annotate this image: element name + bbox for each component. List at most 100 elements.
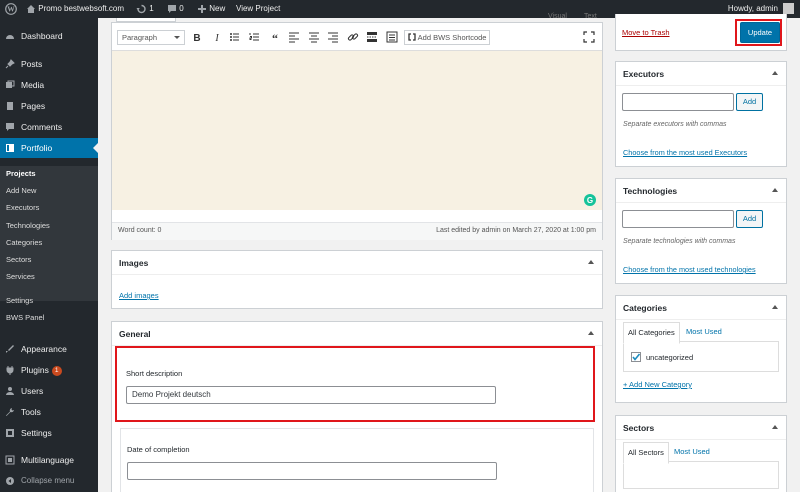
executors-input[interactable] bbox=[622, 93, 734, 111]
grammarly-icon[interactable]: G bbox=[584, 194, 596, 206]
menu-appearance[interactable]: Appearance bbox=[0, 339, 98, 359]
tab-text[interactable]: Text bbox=[584, 13, 597, 20]
collapse-arrow-icon[interactable] bbox=[588, 260, 594, 264]
executors-box-header[interactable]: Executors bbox=[616, 62, 786, 86]
choose-executors-link[interactable]: Choose from the most used Executors bbox=[623, 148, 747, 157]
menu-media[interactable]: Media bbox=[0, 75, 98, 95]
technologies-add-button[interactable]: Add bbox=[736, 210, 763, 228]
align-left-icon[interactable] bbox=[287, 30, 301, 44]
menu-multilanguage[interactable]: Multilanguage bbox=[0, 450, 98, 470]
tab-categories-most-used[interactable]: Most Used bbox=[682, 322, 726, 342]
wordpress-logo-icon[interactable]: W bbox=[5, 0, 17, 18]
date-of-completion-label: Date of completion bbox=[127, 445, 190, 454]
wrench-icon bbox=[6, 408, 14, 416]
menu-portfolio-label: Portfolio bbox=[21, 143, 53, 153]
choose-technologies-link[interactable]: Choose from the most used technologies bbox=[623, 265, 756, 274]
italic-icon[interactable]: I bbox=[210, 30, 224, 44]
technologies-input[interactable] bbox=[622, 210, 734, 228]
bold-icon[interactable]: B bbox=[190, 30, 204, 44]
align-center-icon[interactable] bbox=[307, 30, 321, 44]
users-icon bbox=[6, 387, 14, 395]
avatar[interactable] bbox=[783, 3, 794, 14]
tab-all-sectors[interactable]: All Sectors bbox=[623, 442, 669, 464]
site-name-link[interactable]: Promo bestwebsoft.com bbox=[26, 0, 124, 18]
uncategorized-checkbox[interactable] bbox=[631, 352, 641, 362]
link-icon[interactable] bbox=[346, 30, 360, 44]
menu-users[interactable]: Users bbox=[0, 381, 98, 401]
add-bws-shortcode-button[interactable]: Add BWS Shortcode bbox=[404, 30, 491, 45]
toolbar-toggle-icon[interactable] bbox=[385, 30, 399, 44]
add-new-category-link[interactable]: + Add New Category bbox=[623, 380, 692, 389]
technologies-box-header[interactable]: Technologies bbox=[616, 179, 786, 203]
menu-posts[interactable]: Posts bbox=[0, 54, 98, 74]
sidebar-settings-link[interactable]: Settings bbox=[6, 296, 33, 305]
admin-sidebar: Dashboard Posts Media Pages Comments Por… bbox=[0, 18, 98, 492]
tab-visual[interactable]: Visual bbox=[548, 13, 567, 20]
multilanguage-icon bbox=[5, 455, 15, 465]
images-box-header[interactable]: Images bbox=[112, 251, 602, 275]
menu-dashboard[interactable]: Dashboard bbox=[0, 26, 98, 46]
read-more-icon[interactable] bbox=[365, 30, 379, 44]
menu-pages[interactable]: Pages bbox=[0, 96, 98, 116]
collapse-arrow-icon[interactable] bbox=[772, 305, 778, 309]
blockquote-icon[interactable]: “ bbox=[268, 30, 282, 44]
tab-sectors-most-used[interactable]: Most Used bbox=[670, 442, 714, 462]
updates-link[interactable]: 1 bbox=[136, 0, 154, 18]
collapse-arrow-icon[interactable] bbox=[772, 188, 778, 192]
submenu-sectors[interactable]: Sectors bbox=[6, 255, 31, 264]
submenu-categories[interactable]: Categories bbox=[6, 238, 42, 247]
collapse-arrow-icon[interactable] bbox=[588, 331, 594, 335]
svg-text:“: “ bbox=[272, 31, 278, 44]
collapse-menu-button[interactable]: Collapse menu bbox=[0, 471, 98, 491]
sectors-box-title: Sectors bbox=[623, 423, 655, 433]
move-to-trash-link[interactable]: Move to Trash bbox=[622, 28, 670, 37]
add-images-link[interactable]: Add images bbox=[119, 291, 159, 300]
executors-hint: Separate executors with commas bbox=[623, 121, 727, 128]
collapse-arrow-icon[interactable] bbox=[772, 71, 778, 75]
bws-shortcode-label: Add BWS Shortcode bbox=[417, 33, 487, 42]
align-right-icon[interactable] bbox=[326, 30, 340, 44]
menu-tools-label: Tools bbox=[21, 407, 41, 417]
portfolio-submenu: Projects Add New Executors Technologies … bbox=[0, 166, 98, 301]
sectors-box-header[interactable]: Sectors bbox=[616, 416, 786, 440]
date-of-completion-input[interactable] bbox=[127, 462, 497, 480]
menu-tools[interactable]: Tools bbox=[0, 402, 98, 422]
new-content-link[interactable]: New bbox=[197, 0, 225, 18]
submenu-add-new[interactable]: Add New bbox=[6, 186, 36, 195]
tab-all-categories[interactable]: All Categories bbox=[623, 322, 680, 344]
fullscreen-icon[interactable] bbox=[583, 30, 595, 44]
format-select-value: Paragraph bbox=[122, 33, 158, 42]
executors-add-button[interactable]: Add bbox=[736, 93, 763, 111]
submenu-services[interactable]: Services bbox=[6, 272, 35, 281]
executors-box: Executors Add Separate executors with co… bbox=[615, 61, 787, 167]
view-project-link[interactable]: View Project bbox=[236, 0, 280, 18]
images-box: Images Add images bbox=[111, 250, 603, 309]
brush-icon bbox=[6, 345, 14, 353]
menu-multilanguage-label: Multilanguage bbox=[21, 455, 74, 465]
menu-settings[interactable]: Settings bbox=[0, 423, 98, 443]
categories-box-header[interactable]: Categories bbox=[616, 296, 786, 320]
menu-comments-label: Comments bbox=[21, 122, 63, 132]
submenu-executors[interactable]: Executors bbox=[6, 203, 39, 212]
format-select[interactable]: Paragraph bbox=[117, 30, 185, 45]
submenu-projects[interactable]: Projects bbox=[6, 169, 36, 178]
bullet-list-icon[interactable] bbox=[228, 30, 242, 44]
menu-settings-label: Settings bbox=[21, 428, 52, 438]
menu-users-label: Users bbox=[21, 386, 44, 396]
site-name: Promo bestwebsoft.com bbox=[38, 4, 125, 13]
menu-plugins[interactable]: Plugins 1 bbox=[0, 360, 98, 380]
editor-toolbar: Paragraph B I “ Add BWS Shortcode bbox=[112, 23, 602, 51]
pin-icon bbox=[5, 59, 15, 69]
collapse-arrow-icon[interactable] bbox=[772, 425, 778, 429]
plus-icon bbox=[198, 4, 206, 13]
menu-comments[interactable]: Comments bbox=[0, 117, 98, 137]
numbered-list-icon[interactable] bbox=[248, 30, 262, 44]
dashboard-icon bbox=[6, 35, 14, 39]
sidebar-bws-panel-link[interactable]: BWS Panel bbox=[6, 313, 44, 322]
comments-link[interactable]: 0 bbox=[167, 0, 184, 18]
submenu-technologies[interactable]: Technologies bbox=[6, 221, 50, 230]
general-box-header[interactable]: General bbox=[112, 322, 602, 346]
menu-portfolio[interactable]: Portfolio bbox=[0, 138, 98, 158]
menu-appearance-label: Appearance bbox=[21, 344, 67, 354]
editor-content-area[interactable]: G bbox=[112, 51, 602, 210]
